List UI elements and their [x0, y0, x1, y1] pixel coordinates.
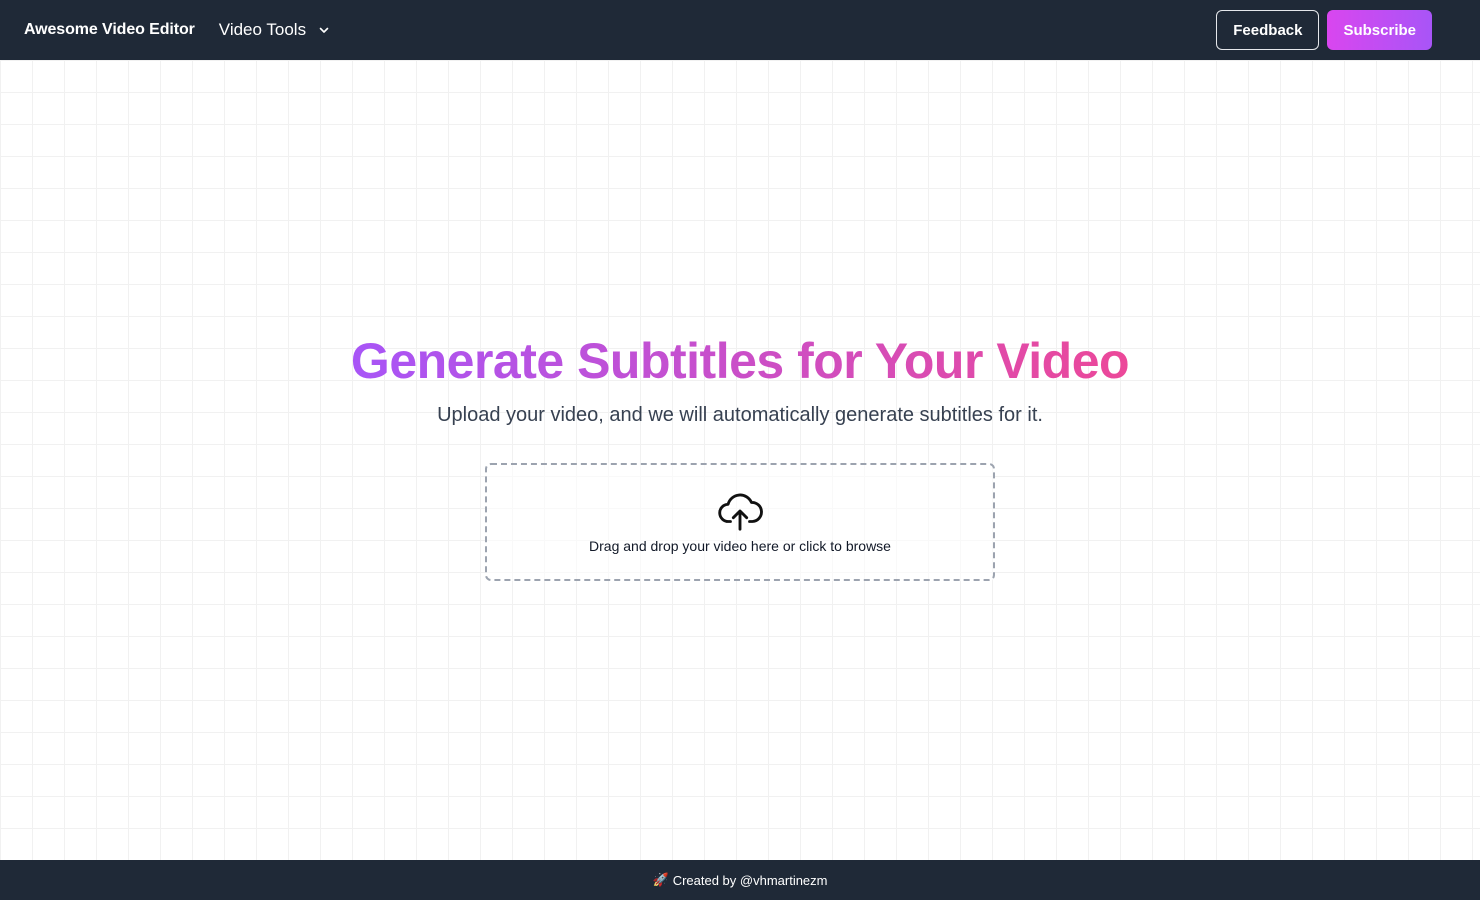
page-title-text: Generate Subtitles for Your Video: [350, 333, 1130, 389]
brand-logo[interactable]: Awesome Video Editor: [24, 21, 195, 39]
cloud-upload-icon: [718, 493, 763, 531]
subscribe-button[interactable]: Subscribe: [1327, 10, 1432, 50]
video-tools-menu[interactable]: Video Tools: [219, 20, 330, 40]
chevron-down-icon: [319, 27, 329, 33]
footer: 🚀 Created by @vhmartinezm: [0, 860, 1480, 900]
top-navbar: Awesome Video Editor Video Tools Feedbac…: [0, 0, 1480, 60]
footer-credit[interactable]: Created by @vhmartinezm: [673, 873, 828, 888]
page-title: Generate Subtitles for Your Video: [0, 332, 1480, 390]
rocket-icon: 🚀: [652, 872, 669, 887]
dropzone-instructions: Drag and drop your video here or click t…: [589, 538, 891, 554]
video-dropzone[interactable]: Drag and drop your video here or click t…: [485, 463, 995, 581]
page-subtitle: Upload your video, and we will automatic…: [437, 404, 1043, 426]
feedback-button[interactable]: Feedback: [1216, 10, 1320, 50]
main-content: Generate Subtitles for Your Video Upload…: [0, 60, 1480, 860]
nav-actions: Feedback Subscribe: [1216, 10, 1456, 50]
video-tools-label: Video Tools: [218, 20, 307, 39]
